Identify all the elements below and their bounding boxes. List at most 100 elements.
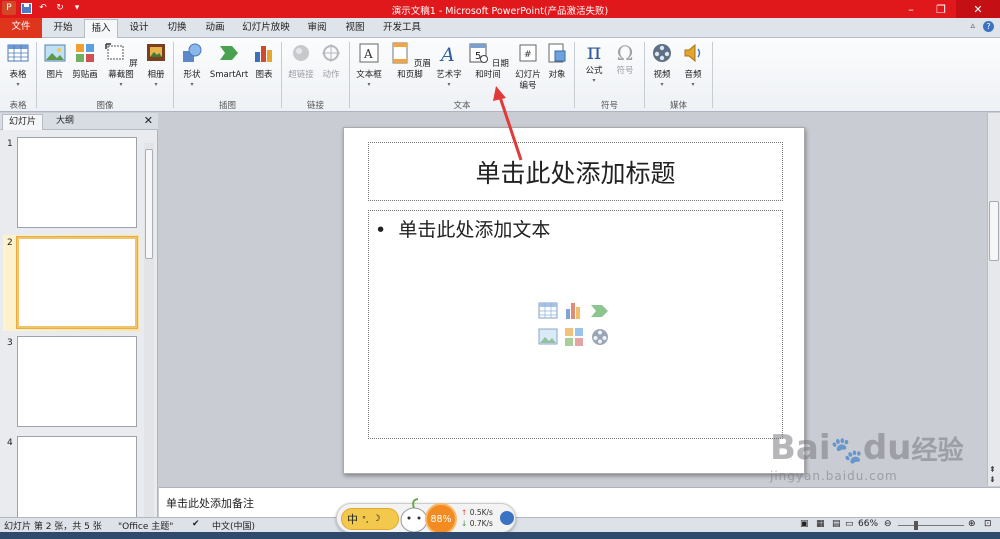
slide-thumbnail[interactable] bbox=[17, 137, 137, 228]
insert-chart-icon[interactable] bbox=[564, 300, 584, 320]
panel-scrollbar[interactable] bbox=[144, 143, 154, 517]
language-status[interactable]: 中文(中国) bbox=[212, 519, 255, 532]
upload-arrow-icon: ↑ bbox=[461, 508, 468, 517]
paw-icon: 🐾 bbox=[830, 436, 863, 466]
table-button[interactable]: 表格 ▾ bbox=[4, 42, 32, 89]
ribbon: 表格 ▾ 表格 图片 剪贴画 屏幕截图 ▾ 相册 ▾ 图像 形状 ▾ SmartArt … bbox=[0, 38, 1000, 112]
minimize-ribbon-icon[interactable]: ▵ bbox=[970, 21, 975, 32]
equation-button[interactable]: π 公式 ▾ bbox=[580, 42, 608, 85]
shapes-icon bbox=[183, 43, 202, 62]
tab-transitions[interactable]: 切换 bbox=[160, 19, 194, 38]
calendar-icon: 5 bbox=[469, 43, 489, 63]
help-icon[interactable]: ? bbox=[983, 21, 994, 32]
wordart-icon: A bbox=[439, 44, 455, 66]
shapes-button[interactable]: 形状 ▾ bbox=[178, 42, 206, 89]
action-button[interactable]: 动作 bbox=[318, 42, 344, 81]
header-footer-icon bbox=[392, 42, 408, 64]
window-title: 演示文稿1 - Microsoft PowerPoint(产品激活失败) bbox=[391, 6, 609, 17]
tab-file[interactable]: 文件 bbox=[0, 18, 42, 38]
notes-pane[interactable]: 单击此处添加备注 bbox=[159, 487, 1000, 517]
slide-thumbnail[interactable] bbox=[17, 336, 137, 427]
tab-insert[interactable]: 插入 bbox=[84, 19, 118, 38]
slides-panel: 幻灯片 大纲 ✕ 1 2 3 4 bbox=[0, 113, 158, 517]
datetime-button[interactable]: 5 日期和时间 bbox=[465, 42, 511, 81]
group-label-illustration: 插图 bbox=[218, 101, 236, 111]
textbox-icon: A bbox=[359, 43, 379, 63]
zoom-level[interactable]: 66% bbox=[858, 519, 878, 529]
tab-developer[interactable]: 开发工具 bbox=[376, 19, 428, 38]
download-arrow-icon: ↓ bbox=[461, 519, 468, 528]
tab-outline[interactable]: 大纲 bbox=[50, 114, 80, 130]
editor-scrollbar[interactable]: ⇞ ⇟ bbox=[987, 113, 1000, 486]
tab-design[interactable]: 设计 bbox=[122, 19, 156, 38]
editor-scroll-thumb[interactable] bbox=[989, 201, 999, 261]
group-label-link: 链接 bbox=[306, 101, 324, 111]
slide-thumbnail[interactable] bbox=[17, 436, 137, 517]
close-button[interactable]: ✕ bbox=[956, 0, 1000, 18]
chart-button[interactable]: 图表 bbox=[252, 42, 276, 81]
audio-button[interactable]: 音频 ▾ bbox=[680, 42, 706, 89]
title-placeholder[interactable]: 单击此处添加标题 bbox=[368, 142, 783, 201]
photo-album-icon bbox=[147, 44, 165, 61]
zoom-out-icon[interactable]: ⊖ bbox=[884, 519, 892, 529]
tab-slides[interactable]: 幻灯片 bbox=[2, 114, 44, 130]
moon-icon[interactable]: ☽ bbox=[373, 514, 381, 524]
object-button[interactable]: 对象 bbox=[544, 42, 570, 81]
smartart-icon bbox=[220, 46, 238, 60]
tab-animations[interactable]: 动画 bbox=[198, 19, 232, 38]
reading-view-icon[interactable]: ▤ bbox=[832, 519, 841, 529]
slide-canvas[interactable]: 单击此处添加标题 • 单击此处添加文本 bbox=[343, 127, 805, 474]
insert-smartart-icon[interactable] bbox=[590, 301, 610, 321]
slide-sorter-icon[interactable]: ▦ bbox=[816, 519, 825, 529]
insert-clipart-icon[interactable] bbox=[564, 327, 584, 347]
slide-number-icon: # bbox=[519, 44, 537, 62]
album-button[interactable]: 相册 ▾ bbox=[143, 42, 169, 89]
group-label-media: 媒体 bbox=[669, 101, 687, 111]
screenshot-button[interactable]: 屏幕截图 ▾ bbox=[102, 42, 140, 89]
ime-mode[interactable]: 中 bbox=[347, 511, 358, 527]
previous-slide-icon[interactable]: ⇞ bbox=[989, 466, 996, 474]
tab-view[interactable]: 视图 bbox=[338, 19, 372, 38]
textbox-button[interactable]: A 文本框 ▾ bbox=[353, 42, 385, 89]
group-label-table: 表格 bbox=[9, 101, 27, 111]
picture-button[interactable]: 图片 bbox=[42, 42, 68, 81]
ribbon-tab-bar: 文件 开始 插入 设计 切换 动画 幻灯片放映 审阅 视图 开发工具 bbox=[0, 18, 1000, 38]
minimize-button[interactable]: – bbox=[896, 0, 926, 18]
zoom-slider-thumb[interactable] bbox=[914, 521, 918, 530]
tab-slideshow[interactable]: 幻灯片放映 bbox=[236, 19, 296, 38]
close-panel-icon[interactable]: ✕ bbox=[144, 114, 153, 127]
slideshow-icon[interactable]: ▭ bbox=[845, 519, 854, 529]
window-controls: – ❐ ✕ bbox=[896, 0, 1000, 18]
slide-number: 2 bbox=[7, 238, 13, 248]
notes-placeholder: 单击此处添加备注 bbox=[166, 497, 254, 510]
video-button[interactable]: 视频 ▾ bbox=[648, 42, 676, 89]
symbol-button[interactable]: Ω 符号 bbox=[611, 42, 639, 77]
wordart-button[interactable]: A 艺术字 ▾ bbox=[434, 42, 464, 89]
header-footer-button[interactable]: 页眉和页脚 bbox=[386, 42, 434, 81]
spellcheck-icon[interactable]: ✔ bbox=[192, 519, 200, 529]
floating-monitor-widget[interactable]: 中 °, ☽ 88% ↑ 0.5K/s ↓ 0.7K/s bbox=[336, 498, 516, 535]
accelerate-icon[interactable] bbox=[500, 511, 514, 525]
object-icon bbox=[548, 43, 566, 63]
normal-view-icon[interactable]: ▣ bbox=[800, 519, 809, 529]
insert-picture-icon[interactable] bbox=[538, 327, 558, 347]
zoom-slider[interactable] bbox=[898, 525, 964, 526]
smartart-button[interactable]: SmartArt bbox=[208, 42, 250, 81]
slide-number-button[interactable]: # 幻灯片 编号 bbox=[512, 42, 544, 92]
ime-toolbar[interactable]: 中 °, ☽ bbox=[341, 508, 399, 530]
panel-scroll-thumb[interactable] bbox=[145, 149, 153, 259]
zoom-in-icon[interactable]: ⊕ bbox=[968, 519, 976, 529]
pi-icon: π bbox=[586, 40, 602, 65]
maximize-button[interactable]: ❐ bbox=[926, 0, 956, 18]
punctuation-icon[interactable]: °, bbox=[362, 515, 369, 524]
next-slide-icon[interactable]: ⇟ bbox=[989, 476, 996, 484]
tab-review[interactable]: 审阅 bbox=[300, 19, 334, 38]
fit-window-icon[interactable]: ⊡ bbox=[984, 519, 992, 529]
insert-table-icon[interactable] bbox=[538, 301, 558, 321]
hyperlink-button[interactable]: 超链接 bbox=[286, 42, 316, 81]
tab-home[interactable]: 开始 bbox=[44, 19, 82, 38]
body-placeholder[interactable]: • 单击此处添加文本 bbox=[368, 210, 783, 439]
slide-thumbnail-selected[interactable] bbox=[17, 237, 137, 328]
clipart-button[interactable]: 剪贴画 bbox=[70, 42, 100, 81]
insert-media-icon[interactable] bbox=[590, 327, 610, 347]
